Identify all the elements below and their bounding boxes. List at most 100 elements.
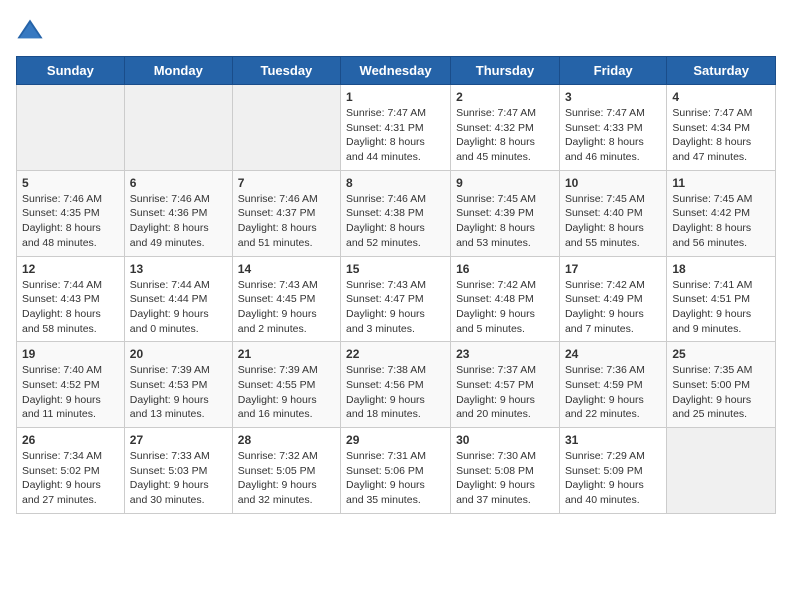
calendar-cell: 18 Sunrise: 7:41 AMSunset: 4:51 PMDayligh… xyxy=(667,256,776,342)
calendar-table: SundayMondayTuesdayWednesdayThursdayFrid… xyxy=(16,56,776,514)
day-header-thursday: Thursday xyxy=(451,57,560,85)
day-info: Sunrise: 7:45 AMSunset: 4:40 PMDaylight:… xyxy=(565,192,661,251)
calendar-week-5: 26 Sunrise: 7:34 AMSunset: 5:02 PMDayligh… xyxy=(17,428,776,514)
day-info: Sunrise: 7:32 AMSunset: 5:05 PMDaylight:… xyxy=(238,449,335,508)
day-number: 3 xyxy=(565,90,661,104)
calendar-cell: 13 Sunrise: 7:44 AMSunset: 4:44 PMDayligh… xyxy=(124,256,232,342)
day-number: 20 xyxy=(130,347,227,361)
logo-icon xyxy=(16,16,44,44)
day-number: 13 xyxy=(130,262,227,276)
calendar-cell: 29 Sunrise: 7:31 AMSunset: 5:06 PMDayligh… xyxy=(341,428,451,514)
day-info: Sunrise: 7:30 AMSunset: 5:08 PMDaylight:… xyxy=(456,449,554,508)
calendar-cell: 1 Sunrise: 7:47 AMSunset: 4:31 PMDaylight… xyxy=(341,85,451,171)
day-number: 31 xyxy=(565,433,661,447)
calendar-cell: 15 Sunrise: 7:43 AMSunset: 4:47 PMDayligh… xyxy=(341,256,451,342)
calendar-cell: 2 Sunrise: 7:47 AMSunset: 4:32 PMDaylight… xyxy=(451,85,560,171)
day-number: 18 xyxy=(672,262,770,276)
calendar-cell: 21Sunrise: 7:39 AMSunset: 4:55 PMDayligh… xyxy=(232,342,340,428)
calendar-cell xyxy=(124,85,232,171)
day-info: Sunrise: 7:42 AMSunset: 4:49 PMDaylight:… xyxy=(565,278,661,337)
calendar-week-1: 1 Sunrise: 7:47 AMSunset: 4:31 PMDaylight… xyxy=(17,85,776,171)
calendar-cell: 5 Sunrise: 7:46 AMSunset: 4:35 PMDaylight… xyxy=(17,170,125,256)
day-number: 6 xyxy=(130,176,227,190)
calendar-cell xyxy=(17,85,125,171)
day-info: Sunrise: 7:45 AMSunset: 4:42 PMDaylight:… xyxy=(672,192,770,251)
calendar-week-3: 12 Sunrise: 7:44 AMSunset: 4:43 PMDayligh… xyxy=(17,256,776,342)
day-number: 27 xyxy=(130,433,227,447)
day-info: Sunrise: 7:47 AMSunset: 4:33 PMDaylight:… xyxy=(565,106,661,165)
day-info: Sunrise: 7:45 AMSunset: 4:39 PMDaylight:… xyxy=(456,192,554,251)
calendar-cell: 26 Sunrise: 7:34 AMSunset: 5:02 PMDayligh… xyxy=(17,428,125,514)
day-header-tuesday: Tuesday xyxy=(232,57,340,85)
day-number: 22 xyxy=(346,347,445,361)
day-info: Sunrise: 7:47 AMSunset: 4:31 PMDaylight:… xyxy=(346,106,445,165)
calendar-cell: 20 Sunrise: 7:39 AMSunset: 4:53 PMDayligh… xyxy=(124,342,232,428)
day-info: Sunrise: 7:47 AMSunset: 4:34 PMDaylight:… xyxy=(672,106,770,165)
day-info: Sunrise: 7:36 AMSunset: 4:59 PMDaylight:… xyxy=(565,363,661,422)
day-info: Sunrise: 7:47 AMSunset: 4:32 PMDaylight:… xyxy=(456,106,554,165)
day-number: 25 xyxy=(672,347,770,361)
calendar-week-4: 19 Sunrise: 7:40 AMSunset: 4:52 PMDayligh… xyxy=(17,342,776,428)
calendar-cell: 10Sunrise: 7:45 AMSunset: 4:40 PMDayligh… xyxy=(559,170,666,256)
logo xyxy=(16,16,48,44)
day-number: 7 xyxy=(238,176,335,190)
day-number: 23 xyxy=(456,347,554,361)
day-info: Sunrise: 7:41 AMSunset: 4:51 PMDaylight:… xyxy=(672,278,770,337)
day-info: Sunrise: 7:44 AMSunset: 4:44 PMDaylight:… xyxy=(130,278,227,337)
day-number: 28 xyxy=(238,433,335,447)
day-number: 14 xyxy=(238,262,335,276)
page-header xyxy=(16,16,776,44)
day-info: Sunrise: 7:44 AMSunset: 4:43 PMDaylight:… xyxy=(22,278,119,337)
day-number: 26 xyxy=(22,433,119,447)
calendar-cell: 31 Sunrise: 7:29 AMSunset: 5:09 PMDayligh… xyxy=(559,428,666,514)
calendar-cell xyxy=(667,428,776,514)
calendar-cell: 16 Sunrise: 7:42 AMSunset: 4:48 PMDayligh… xyxy=(451,256,560,342)
day-info: Sunrise: 7:29 AMSunset: 5:09 PMDaylight:… xyxy=(565,449,661,508)
calendar-cell: 3 Sunrise: 7:47 AMSunset: 4:33 PMDaylight… xyxy=(559,85,666,171)
day-header-wednesday: Wednesday xyxy=(341,57,451,85)
calendar-cell: 8Sunrise: 7:46 AMSunset: 4:38 PMDaylight… xyxy=(341,170,451,256)
day-number: 9 xyxy=(456,176,554,190)
day-number: 16 xyxy=(456,262,554,276)
day-number: 2 xyxy=(456,90,554,104)
day-header-sunday: Sunday xyxy=(17,57,125,85)
day-info: Sunrise: 7:37 AMSunset: 4:57 PMDaylight:… xyxy=(456,363,554,422)
day-header-monday: Monday xyxy=(124,57,232,85)
day-number: 17 xyxy=(565,262,661,276)
calendar-cell: 7 Sunrise: 7:46 AMSunset: 4:37 PMDaylight… xyxy=(232,170,340,256)
day-number: 4 xyxy=(672,90,770,104)
day-number: 29 xyxy=(346,433,445,447)
calendar-cell: 4 Sunrise: 7:47 AMSunset: 4:34 PMDaylight… xyxy=(667,85,776,171)
calendar-cell: 14 Sunrise: 7:43 AMSunset: 4:45 PMDayligh… xyxy=(232,256,340,342)
day-info: Sunrise: 7:42 AMSunset: 4:48 PMDaylight:… xyxy=(456,278,554,337)
day-info: Sunrise: 7:39 AMSunset: 4:53 PMDaylight:… xyxy=(130,363,227,422)
day-info: Sunrise: 7:46 AMSunset: 4:37 PMDaylight:… xyxy=(238,192,335,251)
calendar-cell: 30 Sunrise: 7:30 AMSunset: 5:08 PMDayligh… xyxy=(451,428,560,514)
calendar-cell: 12 Sunrise: 7:44 AMSunset: 4:43 PMDayligh… xyxy=(17,256,125,342)
calendar-cell: 22Sunrise: 7:38 AMSunset: 4:56 PMDayligh… xyxy=(341,342,451,428)
day-info: Sunrise: 7:43 AMSunset: 4:47 PMDaylight:… xyxy=(346,278,445,337)
day-info: Sunrise: 7:43 AMSunset: 4:45 PMDaylight:… xyxy=(238,278,335,337)
day-header-saturday: Saturday xyxy=(667,57,776,85)
calendar-cell: 27Sunrise: 7:33 AMSunset: 5:03 PMDayligh… xyxy=(124,428,232,514)
day-info: Sunrise: 7:31 AMSunset: 5:06 PMDaylight:… xyxy=(346,449,445,508)
day-info: Sunrise: 7:35 AMSunset: 5:00 PMDaylight:… xyxy=(672,363,770,422)
calendar-week-2: 5 Sunrise: 7:46 AMSunset: 4:35 PMDaylight… xyxy=(17,170,776,256)
day-info: Sunrise: 7:46 AMSunset: 4:36 PMDaylight:… xyxy=(130,192,227,251)
calendar-cell: 17 Sunrise: 7:42 AMSunset: 4:49 PMDayligh… xyxy=(559,256,666,342)
calendar-cell: 19 Sunrise: 7:40 AMSunset: 4:52 PMDayligh… xyxy=(17,342,125,428)
day-info: Sunrise: 7:40 AMSunset: 4:52 PMDaylight:… xyxy=(22,363,119,422)
day-number: 15 xyxy=(346,262,445,276)
day-number: 30 xyxy=(456,433,554,447)
day-header-friday: Friday xyxy=(559,57,666,85)
day-number: 5 xyxy=(22,176,119,190)
calendar-cell xyxy=(232,85,340,171)
day-number: 19 xyxy=(22,347,119,361)
calendar-cell: 23 Sunrise: 7:37 AMSunset: 4:57 PMDayligh… xyxy=(451,342,560,428)
day-info: Sunrise: 7:39 AMSunset: 4:55 PMDaylight:… xyxy=(238,363,335,422)
day-info: Sunrise: 7:34 AMSunset: 5:02 PMDaylight:… xyxy=(22,449,119,508)
calendar-cell: 11Sunrise: 7:45 AMSunset: 4:42 PMDayligh… xyxy=(667,170,776,256)
day-number: 12 xyxy=(22,262,119,276)
day-number: 1 xyxy=(346,90,445,104)
day-info: Sunrise: 7:46 AMSunset: 4:35 PMDaylight:… xyxy=(22,192,119,251)
